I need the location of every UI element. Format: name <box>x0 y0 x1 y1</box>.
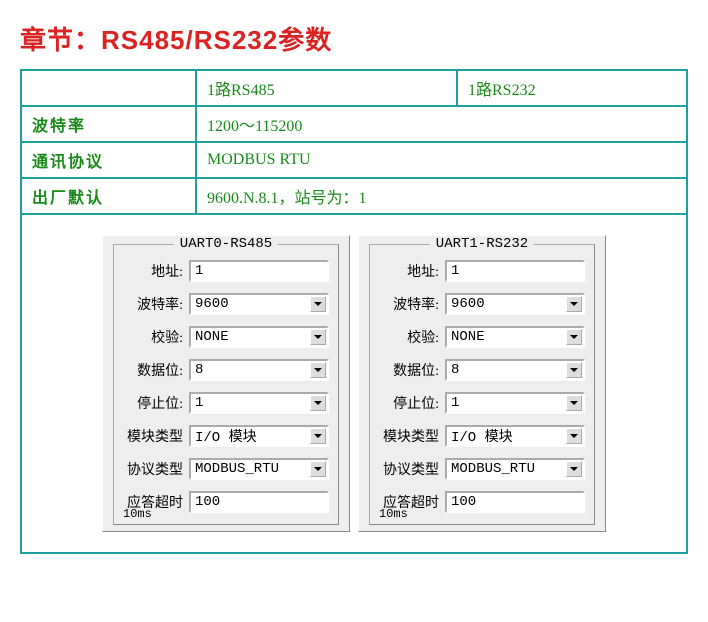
chevron-down-icon[interactable] <box>310 296 326 312</box>
uart0-prototype-select[interactable]: MODBUS_RTU <box>189 458 329 480</box>
uart1-modtype-label: 模块类型 <box>377 426 445 446</box>
uart0-modtype-select[interactable]: I/O 模块 <box>189 425 329 447</box>
uart0-stopbits-label: 停止位: <box>121 393 189 413</box>
uart1-prototype-label: 协议类型 <box>377 459 445 479</box>
uart1-modtype-select[interactable]: I/O 模块 <box>445 425 585 447</box>
cell-proto-label: 通讯协议 <box>21 142 196 178</box>
uart0-baud-select[interactable]: 9600 <box>189 293 329 315</box>
uart0-timeout-input[interactable]: 100 <box>189 491 329 513</box>
uart1-addr-label: 地址: <box>377 261 445 281</box>
uart1-baud-label: 波特率: <box>377 294 445 314</box>
uart0-prototype-label: 协议类型 <box>121 459 189 479</box>
uart0-parity-select[interactable]: NONE <box>189 326 329 348</box>
table-row: 波特率 1200～115200 <box>21 106 687 142</box>
uart1-parity-select[interactable]: NONE <box>445 326 585 348</box>
chevron-down-icon[interactable] <box>566 329 582 345</box>
uart1-prototype-select[interactable]: MODBUS_RTU <box>445 458 585 480</box>
config-panels-container: UART0-RS485 地址: 1 波特率: 9600 校验: NONE 数据位… <box>20 215 688 554</box>
chevron-down-icon[interactable] <box>310 329 326 345</box>
cell-default-val: 9600.N.8.1，站号为：1 <box>196 178 687 214</box>
uart0-databits-label: 数据位: <box>121 360 189 380</box>
chevron-down-icon[interactable] <box>310 362 326 378</box>
table-row: 出厂默认 9600.N.8.1，站号为：1 <box>21 178 687 214</box>
uart0-addr-input[interactable]: 1 <box>189 260 329 282</box>
chevron-down-icon[interactable] <box>566 362 582 378</box>
section-title: 章节：RS485/RS232参数 <box>20 20 688 57</box>
uart1-timeout-input[interactable]: 100 <box>445 491 585 513</box>
chevron-down-icon[interactable] <box>310 461 326 477</box>
uart0-panel: UART0-RS485 地址: 1 波特率: 9600 校验: NONE 数据位… <box>102 235 350 532</box>
cell-rs232: 1路RS232 <box>457 70 687 106</box>
cell-proto-val: MODBUS RTU <box>196 142 687 178</box>
uart1-legend: UART1-RS232 <box>430 236 534 252</box>
uart1-stopbits-select[interactable]: 1 <box>445 392 585 414</box>
cell-rs485: 1路RS485 <box>196 70 457 106</box>
spec-table: 1路RS485 1路RS232 波特率 1200～115200 通讯协议 MOD… <box>20 69 688 215</box>
uart0-legend: UART0-RS485 <box>174 236 278 252</box>
uart0-addr-label: 地址: <box>121 261 189 281</box>
uart0-stopbits-select[interactable]: 1 <box>189 392 329 414</box>
chevron-down-icon[interactable] <box>566 296 582 312</box>
table-row: 1路RS485 1路RS232 <box>21 70 687 106</box>
uart1-panel: UART1-RS232 地址: 1 波特率: 9600 校验: NONE 数据位… <box>358 235 606 532</box>
uart0-modtype-label: 模块类型 <box>121 426 189 446</box>
chevron-down-icon[interactable] <box>566 395 582 411</box>
chevron-down-icon[interactable] <box>310 395 326 411</box>
uart1-databits-label: 数据位: <box>377 360 445 380</box>
table-row: 通讯协议 MODBUS RTU <box>21 142 687 178</box>
uart1-baud-select[interactable]: 9600 <box>445 293 585 315</box>
chevron-down-icon[interactable] <box>566 461 582 477</box>
cell-empty <box>21 70 196 106</box>
uart1-addr-input[interactable]: 1 <box>445 260 585 282</box>
uart1-databits-select[interactable]: 8 <box>445 359 585 381</box>
uart0-databits-select[interactable]: 8 <box>189 359 329 381</box>
chevron-down-icon[interactable] <box>566 428 582 444</box>
cell-default-label: 出厂默认 <box>21 178 196 214</box>
cell-baud-label: 波特率 <box>21 106 196 142</box>
uart1-parity-label: 校验: <box>377 327 445 347</box>
chevron-down-icon[interactable] <box>310 428 326 444</box>
uart0-baud-label: 波特率: <box>121 294 189 314</box>
cell-baud-val: 1200～115200 <box>196 106 687 142</box>
uart0-parity-label: 校验: <box>121 327 189 347</box>
uart1-stopbits-label: 停止位: <box>377 393 445 413</box>
